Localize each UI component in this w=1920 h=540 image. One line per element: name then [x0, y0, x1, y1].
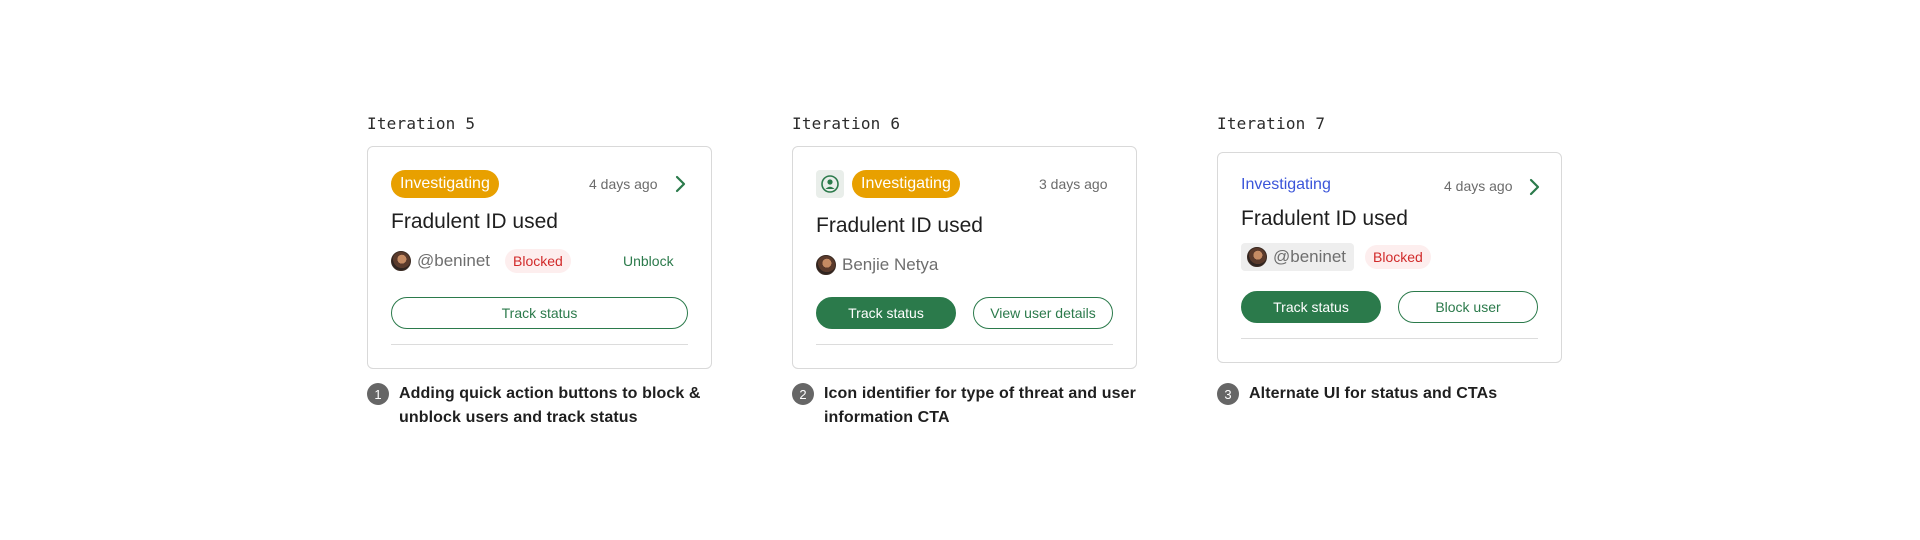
block-user-button[interactable]: Block user — [1398, 291, 1538, 323]
chevron-right-icon[interactable] — [673, 174, 687, 194]
divider — [816, 344, 1113, 345]
status-text: Investigating — [1241, 176, 1331, 193]
note-text: Alternate UI for status and CTAs — [1249, 385, 1498, 402]
card-title: Fradulent ID used — [816, 214, 983, 237]
threat-type-icon — [816, 170, 844, 198]
note: 1 Adding quick action buttons to block &… — [367, 382, 713, 430]
status-pill: Investigating — [391, 170, 499, 198]
user-handle[interactable]: @beninet — [417, 251, 490, 271]
timestamp: 4 days ago — [589, 176, 658, 192]
alert-card[interactable]: Investigating 3 days ago Fradulent ID us… — [792, 146, 1137, 369]
avatar — [816, 255, 836, 275]
divider — [391, 344, 688, 345]
user-name[interactable]: Benjie Netya — [842, 255, 938, 275]
alert-card[interactable]: Investigating 4 days ago Fradulent ID us… — [1217, 152, 1562, 363]
timestamp: 4 days ago — [1444, 178, 1513, 194]
view-user-details-button[interactable]: View user details — [973, 297, 1113, 329]
status-badge: Blocked — [505, 249, 571, 273]
card-title: Fradulent ID used — [391, 210, 558, 233]
track-status-button[interactable]: Track status — [816, 297, 956, 329]
status-badge: Blocked — [1365, 245, 1431, 269]
alert-card[interactable]: Investigating 4 days ago Fradulent ID us… — [367, 146, 712, 369]
avatar — [1247, 247, 1267, 267]
track-status-button[interactable]: Track status — [391, 297, 688, 329]
note-text: Adding quick action buttons to block & u… — [399, 385, 701, 426]
timestamp: 3 days ago — [1039, 176, 1108, 192]
user-handle: @beninet — [1273, 247, 1347, 266]
note-number: 3 — [1217, 383, 1239, 405]
note-number: 2 — [792, 383, 814, 405]
note-number: 1 — [367, 383, 389, 405]
unblock-link[interactable]: Unblock — [623, 253, 674, 269]
chevron-right-icon[interactable] — [1527, 177, 1541, 197]
status-pill: Investigating — [852, 170, 960, 198]
user-chip[interactable]: @beninet — [1241, 243, 1355, 271]
note: 3 Alternate UI for status and CTAs — [1217, 382, 1563, 406]
avatar — [391, 251, 411, 271]
track-status-button[interactable]: Track status — [1241, 291, 1381, 323]
iteration-title: Iteration 6 — [792, 114, 901, 133]
note: 2 Icon identifier for type of threat and… — [792, 382, 1138, 430]
card-title: Fradulent ID used — [1241, 207, 1408, 230]
iteration-title: Iteration 5 — [367, 114, 476, 133]
divider — [1241, 338, 1538, 339]
note-text: Icon identifier for type of threat and u… — [824, 385, 1136, 426]
iteration-title: Iteration 7 — [1217, 114, 1326, 133]
